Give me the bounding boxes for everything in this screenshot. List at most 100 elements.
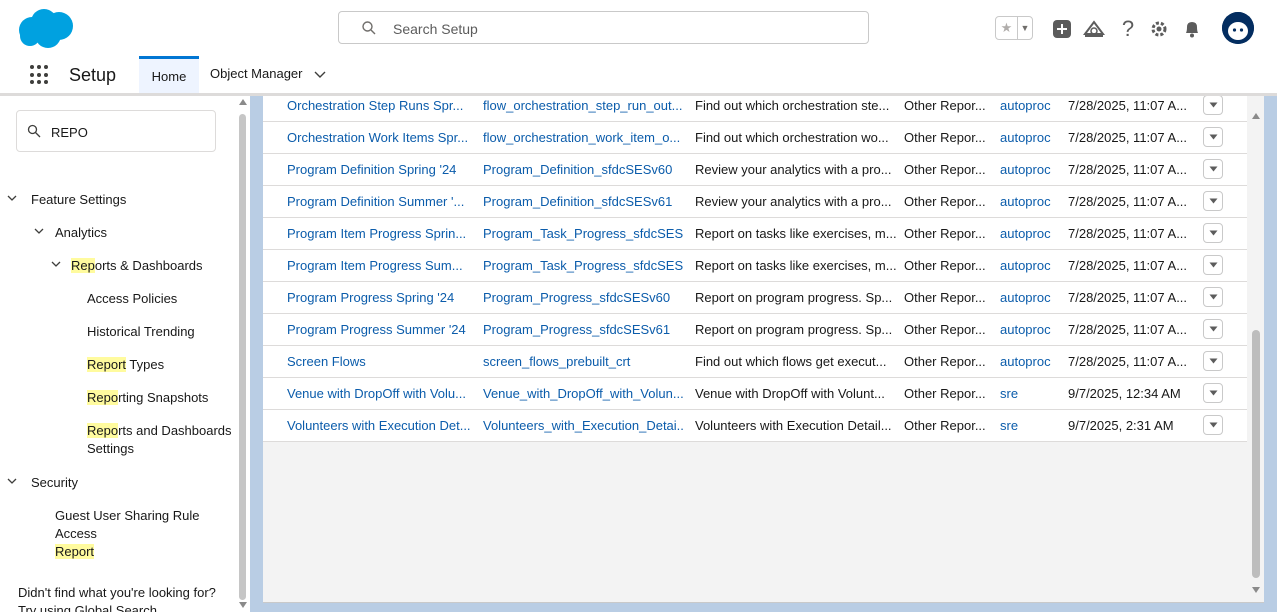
tab-home[interactable]: Home	[139, 56, 199, 93]
row-owner-link[interactable]: autoproc	[1000, 258, 1058, 274]
salesforce-logo[interactable]	[16, 8, 76, 50]
chevron-down-icon[interactable]	[7, 195, 17, 202]
chevron-down-icon[interactable]	[1209, 422, 1218, 428]
tree-item-analytics[interactable]: Analytics	[34, 224, 107, 242]
row-actions-button[interactable]	[1203, 223, 1223, 243]
user-avatar[interactable]	[1222, 12, 1254, 44]
tree-item-reporting-snapshots[interactable]: Reporting Snapshots	[87, 389, 208, 407]
gear-icon[interactable]	[1148, 18, 1170, 40]
row-api-name-link[interactable]: Venue_with_DropOff_with_Volun...	[483, 386, 683, 402]
row-description: Report on program progress. Sp...	[695, 322, 893, 337]
row-label-link[interactable]: Volunteers with Execution Det...	[287, 418, 472, 434]
row-actions-button[interactable]	[1203, 127, 1223, 147]
row-actions-button[interactable]	[1203, 351, 1223, 371]
row-actions-button[interactable]	[1203, 191, 1223, 211]
row-label-link[interactable]: Program Item Progress Sprin...	[287, 226, 472, 242]
search-highlight: Report	[87, 357, 127, 372]
row-owner-link[interactable]: autoproc	[1000, 322, 1058, 338]
tree-item-report-types[interactable]: Report Types	[87, 356, 164, 374]
row-label-link[interactable]: Program Definition Summer '...	[287, 194, 472, 210]
row-api-name-link[interactable]: Volunteers_with_Execution_Detai...	[483, 418, 683, 434]
plus-icon[interactable]	[1051, 18, 1073, 40]
row-label-link[interactable]: Program Progress Spring '24	[287, 290, 472, 306]
chevron-down-icon[interactable]	[1209, 326, 1218, 332]
row-label-link[interactable]: Program Definition Spring '24	[287, 162, 472, 178]
row-api-name-link[interactable]: Program_Definition_sfdcSESv61	[483, 194, 683, 210]
row-owner-link[interactable]: autoproc	[1000, 194, 1058, 210]
row-api-name-link[interactable]: Program_Task_Progress_sfdcSES...	[483, 226, 683, 242]
chevron-down-icon[interactable]	[7, 478, 17, 485]
search-highlight: Repo	[87, 390, 119, 405]
row-owner-link[interactable]: autoproc	[1000, 290, 1058, 306]
tree-item-guest-user-sharing-report[interactable]: Guest User Sharing Rule Access Report	[55, 507, 237, 561]
chevron-down-icon[interactable]	[1209, 230, 1218, 236]
tab-object-manager[interactable]: Object Manager	[210, 66, 326, 81]
list-scrollbar[interactable]	[1249, 96, 1263, 602]
row-owner-link[interactable]: autoproc	[1000, 130, 1058, 146]
star-icon[interactable]: ★	[996, 17, 1017, 39]
tree-item-security[interactable]: Security	[7, 474, 78, 492]
chevron-down-icon[interactable]	[1209, 294, 1218, 300]
list-scroll-thumb[interactable]	[1252, 330, 1260, 578]
row-actions-button[interactable]	[1203, 96, 1223, 115]
chevron-down-icon[interactable]	[1209, 262, 1218, 268]
row-label-link[interactable]: Program Progress Summer '24	[287, 322, 472, 338]
scroll-down-arrow-icon[interactable]	[1251, 586, 1261, 594]
row-actions-button[interactable]	[1203, 159, 1223, 179]
tree-item-access-policies[interactable]: Access Policies	[87, 290, 177, 308]
row-owner-link[interactable]: sre	[1000, 418, 1058, 434]
chevron-down-icon[interactable]	[1209, 358, 1218, 364]
chevron-down-icon[interactable]	[1209, 390, 1218, 396]
chevron-down-icon[interactable]	[1209, 198, 1218, 204]
row-owner-link[interactable]: autoproc	[1000, 354, 1058, 370]
chevron-down-icon[interactable]	[51, 261, 61, 268]
row-actions-button[interactable]	[1203, 383, 1223, 403]
trailhead-icon[interactable]	[1083, 18, 1105, 40]
sidebar-scrollbar[interactable]	[237, 96, 249, 612]
chevron-down-icon[interactable]	[314, 71, 326, 79]
chevron-down-icon[interactable]: ▼	[1017, 17, 1032, 39]
tree-item-feature-settings[interactable]: Feature Settings	[7, 191, 126, 209]
row-actions-button[interactable]	[1203, 287, 1223, 307]
row-actions-button[interactable]	[1203, 255, 1223, 275]
row-api-name-link[interactable]: Program_Progress_sfdcSESv61	[483, 322, 683, 338]
help-icon[interactable]: ?	[1117, 16, 1139, 41]
row-actions-button[interactable]	[1203, 415, 1223, 435]
global-search-input[interactable]	[391, 17, 835, 41]
chevron-down-icon[interactable]	[1209, 166, 1218, 172]
global-search-box[interactable]	[338, 11, 869, 44]
row-api-name-link[interactable]: flow_orchestration_work_item_o...	[483, 130, 683, 146]
row-owner-link[interactable]: autoproc	[1000, 226, 1058, 242]
row-actions-button[interactable]	[1203, 319, 1223, 339]
quick-find-input[interactable]	[49, 121, 203, 143]
quick-find-box[interactable]	[16, 110, 216, 152]
app-launcher-icon[interactable]	[30, 65, 50, 85]
chevron-down-icon[interactable]	[34, 228, 44, 235]
bell-icon[interactable]	[1181, 18, 1203, 40]
row-owner-link[interactable]: autoproc	[1000, 98, 1058, 114]
row-api-name-link[interactable]: Program_Progress_sfdcSESv60	[483, 290, 683, 306]
row-label-link[interactable]: Screen Flows	[287, 354, 472, 370]
row-owner-link[interactable]: autoproc	[1000, 162, 1058, 178]
row-api-name-link[interactable]: Program_Task_Progress_sfdcSES...	[483, 258, 683, 274]
row-label-link[interactable]: Orchestration Step Runs Spr...	[287, 98, 472, 114]
chevron-down-icon[interactable]	[1209, 134, 1218, 140]
chevron-down-icon[interactable]	[1209, 102, 1218, 108]
global-search-link[interactable]: Try using Global Search.	[18, 602, 238, 612]
tree-item-historical-trending[interactable]: Historical Trending	[87, 323, 195, 341]
row-label-link[interactable]: Program Item Progress Sum...	[287, 258, 472, 274]
favorites-button[interactable]: ★ ▼	[995, 16, 1033, 40]
tree-item-reports-dashboards[interactable]: Reports & Dashboards	[51, 257, 203, 275]
row-label-link[interactable]: Venue with DropOff with Volu...	[287, 386, 472, 402]
row-api-name-link[interactable]: flow_orchestration_step_run_out...	[483, 98, 683, 114]
tree-item-reports-dashboards-settings[interactable]: Reports and Dashboards Settings	[87, 422, 237, 458]
row-api-name-link[interactable]: screen_flows_prebuilt_crt	[483, 354, 683, 370]
sidebar-scroll-thumb[interactable]	[239, 114, 246, 600]
scroll-down-arrow-icon[interactable]	[238, 601, 248, 609]
row-category: Other Repor...	[904, 194, 986, 209]
scroll-up-arrow-icon[interactable]	[238, 98, 248, 106]
row-owner-link[interactable]: sre	[1000, 386, 1058, 402]
row-api-name-link[interactable]: Program_Definition_sfdcSESv60	[483, 162, 683, 178]
row-label-link[interactable]: Orchestration Work Items Spr...	[287, 130, 472, 146]
scroll-up-arrow-icon[interactable]	[1251, 112, 1261, 120]
